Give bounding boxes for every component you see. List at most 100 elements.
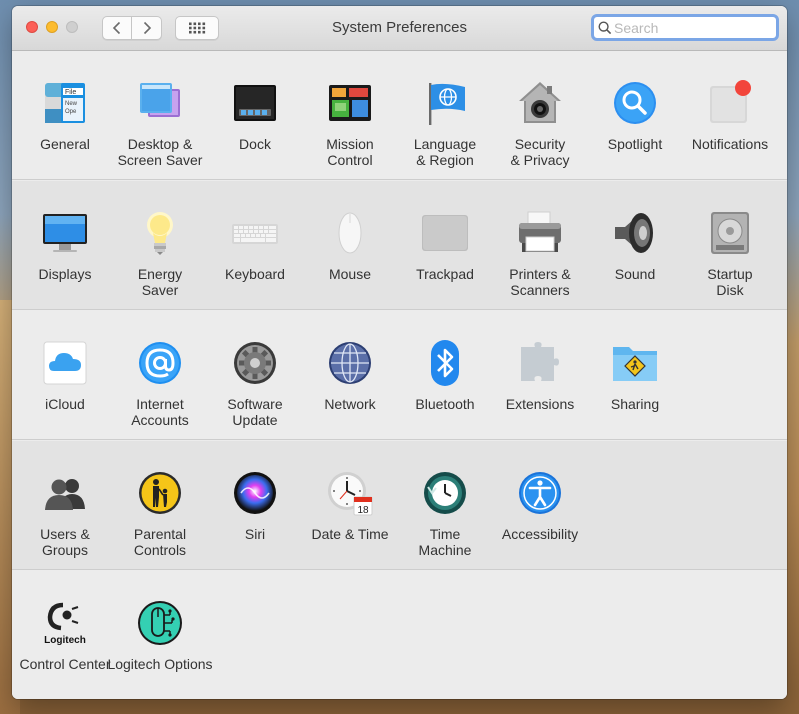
pref-energy-saver[interactable]: Energy Saver	[112, 181, 208, 310]
pref-software-update[interactable]: Software Update	[207, 311, 303, 440]
pref-label: Notifications	[691, 136, 769, 152]
pref-time-machine[interactable]: Time Machine	[397, 441, 493, 570]
pref-label: iCloud	[45, 396, 85, 412]
pref-sharing[interactable]: Sharing	[587, 311, 683, 440]
forward-button[interactable]	[132, 16, 162, 40]
search-input[interactable]	[614, 17, 774, 38]
pref-label: General	[40, 136, 90, 152]
pref-label: Siri	[244, 526, 266, 542]
pref-label: Dock	[239, 136, 271, 152]
pref-mouse[interactable]: Mouse	[302, 181, 398, 310]
pref-label: Bluetooth	[415, 396, 475, 412]
at-sign-icon	[136, 339, 184, 387]
pref-label: Keyboard	[225, 266, 285, 282]
chevron-right-icon	[143, 21, 151, 35]
speaker-icon	[611, 209, 659, 257]
pref-logitech-options[interactable]: Logitech Options	[107, 571, 213, 699]
pref-icloud[interactable]: iCloud	[17, 311, 113, 440]
pref-trackpad[interactable]: Trackpad	[397, 181, 493, 310]
pref-bluetooth[interactable]: Bluetooth	[397, 311, 493, 440]
calendar-day: 18	[357, 505, 369, 516]
search-icon	[598, 21, 612, 35]
pref-label: Desktop & Screen Saver	[117, 136, 203, 168]
mouse-icon	[326, 209, 374, 257]
pref-sound[interactable]: Sound	[587, 181, 683, 310]
minimize-button[interactable]	[46, 21, 58, 33]
pref-printers-scanners[interactable]: Printers & Scanners	[492, 181, 588, 310]
pref-label: Accessibility	[501, 526, 579, 542]
pref-spotlight[interactable]: Spotlight	[587, 51, 683, 180]
pref-label: Trackpad	[416, 266, 474, 282]
trackpad-icon	[421, 209, 469, 257]
pref-notifications[interactable]: Notifications	[682, 51, 778, 180]
flag-globe-icon	[421, 79, 469, 127]
pref-label: Security & Privacy	[510, 136, 570, 168]
lightbulb-icon	[136, 209, 184, 257]
grid-icon	[189, 22, 206, 34]
pref-label: Network	[324, 396, 376, 412]
pref-label: Parental Controls	[133, 526, 187, 558]
cloud-icon	[41, 339, 89, 387]
pref-language-region[interactable]: Language & Region	[397, 51, 493, 180]
pref-network[interactable]: Network	[302, 311, 398, 440]
accessibility-icon	[516, 469, 564, 517]
pref-label: Sound	[614, 266, 656, 282]
zoom-button[interactable]	[66, 21, 78, 33]
users-icon	[41, 469, 89, 517]
close-button[interactable]	[26, 21, 38, 33]
pref-general[interactable]: File New Ope General	[17, 51, 113, 180]
pref-keyboard[interactable]: Keyboard	[207, 181, 303, 310]
pref-logitech-control-center[interactable]: Logitech Control Center	[17, 571, 113, 699]
pref-parental-controls[interactable]: Parental Controls	[112, 441, 208, 570]
pref-date-time[interactable]: 18 Date & Time	[302, 441, 398, 570]
pref-startup-disk[interactable]: Startup Disk	[682, 181, 778, 310]
pref-label: Users & Groups	[40, 526, 90, 558]
pref-label: Time Machine	[418, 526, 472, 558]
bluetooth-icon	[421, 339, 469, 387]
mission-control-icon	[326, 79, 374, 127]
pref-dock[interactable]: Dock	[207, 51, 303, 180]
pref-label: Energy Saver	[137, 266, 183, 298]
siri-icon	[231, 469, 279, 517]
pref-label: Extensions	[505, 396, 575, 412]
pref-mission-control[interactable]: Mission Control	[302, 51, 398, 180]
back-button[interactable]	[102, 16, 132, 40]
title-bar: System Preferences	[12, 6, 787, 51]
dock-icon	[231, 79, 279, 127]
show-all-button[interactable]	[175, 16, 219, 40]
pref-desktop-screen-saver[interactable]: Desktop & Screen Saver	[112, 51, 208, 180]
svg-text:New: New	[65, 101, 78, 107]
pref-label: Mouse	[328, 266, 372, 282]
pref-label: Control Center	[19, 656, 111, 672]
section-personal: File New Ope General Desktop & Screen Sa…	[12, 51, 787, 180]
pref-label: Sharing	[610, 396, 660, 412]
pref-accessibility[interactable]: Accessibility	[492, 441, 588, 570]
pref-security-privacy[interactable]: Security & Privacy	[492, 51, 588, 180]
pref-label: Software Update	[227, 396, 283, 428]
section-system: Users & Groups Parental Controls Siri 18…	[12, 441, 787, 570]
logitech-options-icon	[136, 599, 184, 647]
sharing-folder-icon	[611, 339, 659, 387]
search-field[interactable]	[591, 14, 779, 41]
section-internet-wireless: iCloud Internet Accounts Software Update…	[12, 311, 787, 440]
time-machine-icon	[421, 469, 469, 517]
chevron-left-icon	[112, 21, 121, 35]
pref-displays[interactable]: Displays	[17, 181, 113, 310]
desktop-screensaver-icon	[136, 79, 184, 127]
pref-label: Printers & Scanners	[509, 266, 571, 298]
pref-label: Language & Region	[413, 136, 477, 168]
logitech-logo-icon: Logitech	[41, 599, 89, 647]
pref-label: Date & Time	[311, 526, 389, 542]
pref-extensions[interactable]: Extensions	[492, 311, 588, 440]
parental-controls-icon	[136, 469, 184, 517]
puzzle-piece-icon	[516, 339, 564, 387]
pref-label: Displays	[38, 266, 92, 282]
house-lock-icon	[516, 79, 564, 127]
pref-internet-accounts[interactable]: Internet Accounts	[112, 311, 208, 440]
pref-users-groups[interactable]: Users & Groups	[17, 441, 113, 570]
general-icon: File New Ope	[41, 79, 89, 127]
pref-label: Internet Accounts	[131, 396, 189, 428]
magnifier-icon	[611, 79, 659, 127]
clock-calendar-icon: 18	[326, 469, 374, 517]
pref-siri[interactable]: Siri	[207, 441, 303, 570]
